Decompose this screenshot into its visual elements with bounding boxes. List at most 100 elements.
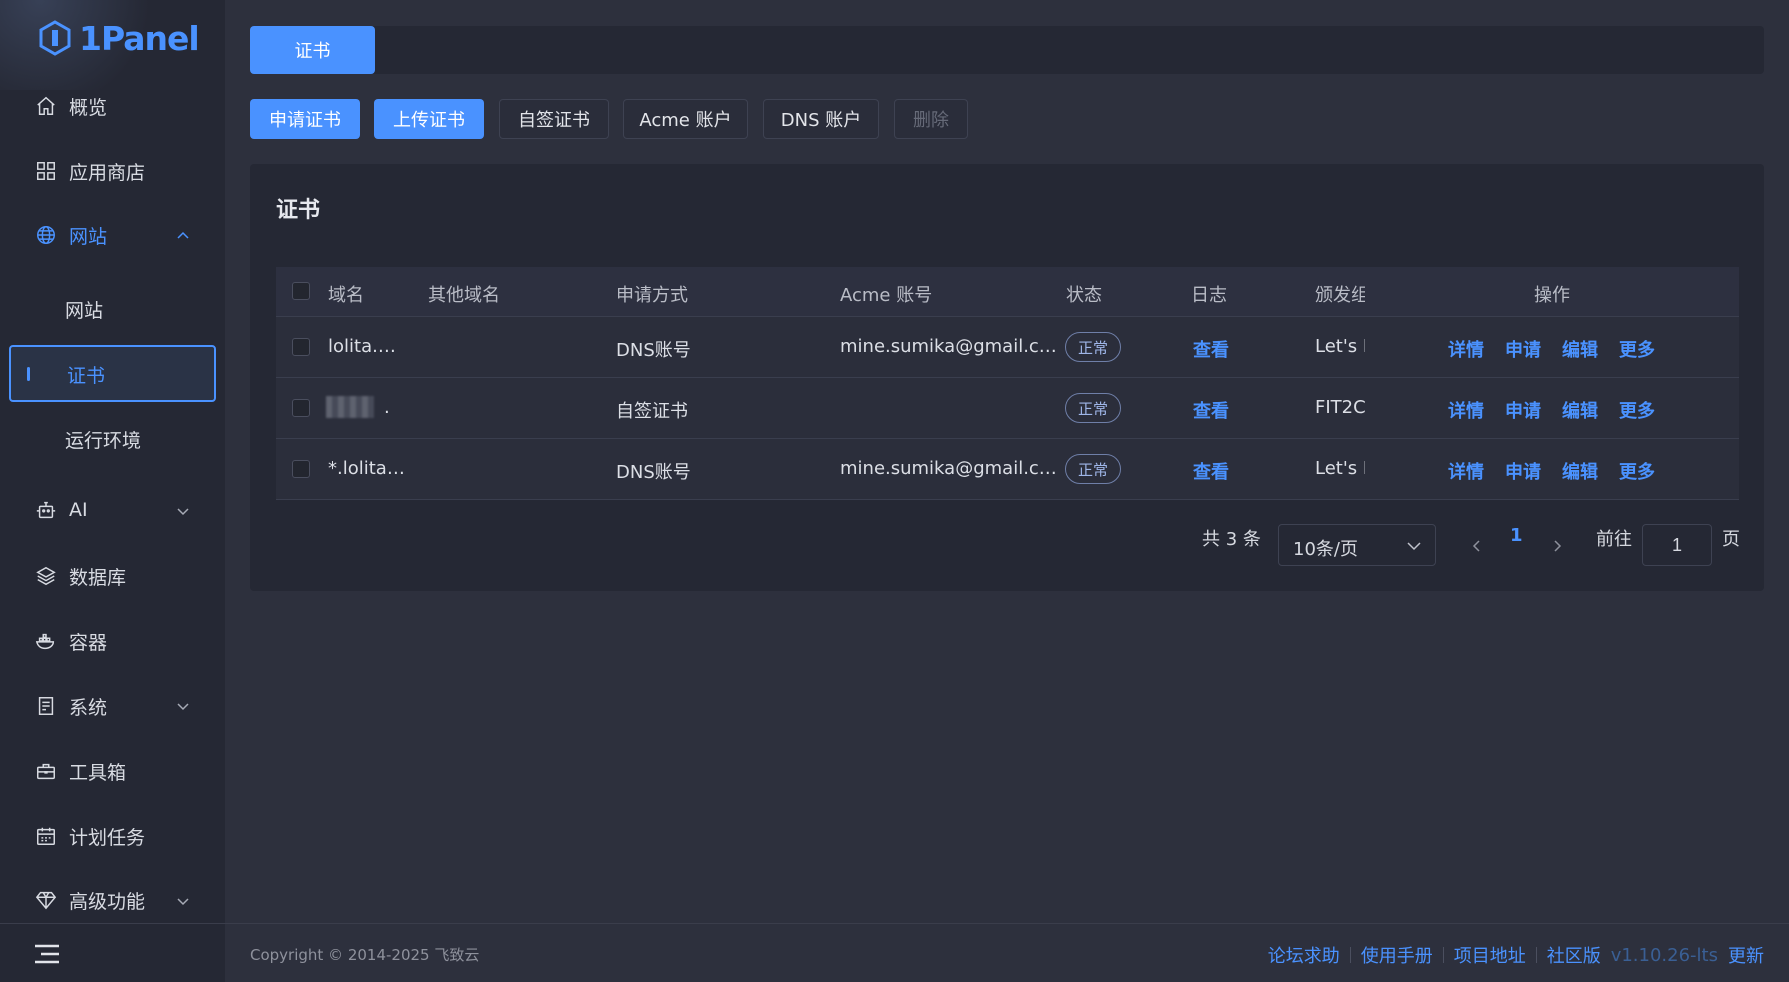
robot-icon <box>36 501 56 519</box>
more-link[interactable]: 更多 <box>1619 458 1655 484</box>
container-icon <box>35 633 55 650</box>
project-link[interactable]: 项目地址 <box>1454 942 1526 968</box>
detail-link[interactable]: 详情 <box>1448 458 1484 484</box>
next-page-icon[interactable] <box>1551 539 1563 553</box>
cell-issuer: Let's E <box>1315 336 1365 357</box>
row-checkbox[interactable] <box>292 338 310 356</box>
delete-button[interactable]: 删除 <box>894 99 968 139</box>
cell-issuer: Let's E <box>1315 458 1365 479</box>
edit-link[interactable]: 编辑 <box>1562 336 1598 362</box>
apply-link[interactable]: 申请 <box>1505 336 1541 362</box>
sidebar-item-container[interactable]: 容器 <box>35 621 107 661</box>
sidebar-item-advanced[interactable]: 高级功能 <box>35 880 145 920</box>
toolbox-icon <box>37 763 55 780</box>
upload-certificate-button[interactable]: 上传证书 <box>374 99 484 139</box>
diamond-icon <box>35 891 57 910</box>
certificate-card: 证书 域名 其他域名 申请方式 Acme 账号 状态 日志 颁发组 操作 lol… <box>250 164 1764 591</box>
sidebar-item-label: 系统 <box>69 696 108 719</box>
sidebar-item-cron[interactable]: 计划任务 <box>35 816 145 856</box>
cell-method: 自签证书 <box>616 401 688 422</box>
home-icon <box>37 96 55 115</box>
sidebar-item-label: 计划任务 <box>69 826 146 849</box>
apply-link[interactable]: 申请 <box>1505 458 1541 484</box>
sidebar-subitem-website[interactable]: 网站 <box>65 289 103 329</box>
server-icon <box>38 697 54 715</box>
sidebar-subitem-label: 运行环境 <box>65 429 142 452</box>
apply-link[interactable]: 申请 <box>1505 397 1541 423</box>
sidebar-item-system[interactable]: 系统 <box>35 686 107 726</box>
sidebar-item-website[interactable]: 网站 <box>35 215 107 255</box>
divider <box>1349 947 1351 963</box>
chevron-down-icon[interactable] <box>175 893 191 909</box>
acme-account-button[interactable]: Acme 账户 <box>623 99 748 139</box>
detail-link[interactable]: 详情 <box>1448 336 1484 362</box>
forum-link[interactable]: 论坛求助 <box>1268 942 1340 968</box>
layers-icon <box>36 566 56 586</box>
header-other-domains: 其他域名 <box>428 285 500 306</box>
edit-link[interactable]: 编辑 <box>1562 397 1598 423</box>
calendar-icon <box>37 827 55 845</box>
header-domain: 域名 <box>328 285 364 306</box>
sidebar-footer <box>0 923 225 982</box>
status-badge: 正常 <box>1065 393 1121 423</box>
sidebar-item-ai[interactable]: AI <box>35 490 88 530</box>
chevron-down-icon[interactable] <box>175 503 191 519</box>
view-log-link[interactable]: 查看 <box>1193 336 1229 362</box>
chevron-down-icon <box>1407 542 1421 551</box>
cell-method: DNS账号 <box>616 462 691 483</box>
table-row: *.lolita… DNS账号 mine.sumika@gmail.c… 正常 … <box>276 439 1739 500</box>
page-size-select[interactable]: 10条/页 <box>1278 524 1436 566</box>
self-signed-certificate-button[interactable]: 自签证书 <box>499 99 609 139</box>
header-actions: 操作 <box>1534 285 1570 306</box>
cell-acme-account: mine.sumika@gmail.c… <box>840 458 1057 479</box>
update-link[interactable]: 更新 <box>1728 942 1764 968</box>
sidebar-item-label: 概览 <box>69 96 108 119</box>
detail-link[interactable]: 详情 <box>1448 397 1484 423</box>
footer: Copyright © 2014-2025 飞致云 论坛求助 使用手册 项目地址… <box>225 923 1789 982</box>
cell-domain: lolita.… <box>328 336 396 357</box>
sidebar-item-overview[interactable]: 概览 <box>35 86 107 126</box>
chevron-down-icon[interactable] <box>175 698 191 714</box>
dns-account-button[interactable]: DNS 账户 <box>763 99 879 139</box>
header-log: 日志 <box>1191 285 1227 306</box>
goto-label: 前往 <box>1596 529 1632 550</box>
tab-bar: 证书 <box>250 26 1764 74</box>
view-log-link[interactable]: 查看 <box>1193 397 1229 423</box>
select-all-checkbox[interactable] <box>292 282 310 300</box>
sidebar-item-database[interactable]: 数据库 <box>35 556 126 596</box>
apply-certificate-button[interactable]: 申请证书 <box>250 99 360 139</box>
sidebar-item-label: 容器 <box>69 631 108 654</box>
cell-issuer: FIT2C <box>1315 397 1365 418</box>
page-size-value: 10条/页 <box>1293 539 1358 560</box>
edit-link[interactable]: 编辑 <box>1562 458 1598 484</box>
current-page[interactable]: 1 <box>1510 525 1523 546</box>
more-link[interactable]: 更多 <box>1619 336 1655 362</box>
sidebar-item-appstore[interactable]: 应用商店 <box>35 151 145 191</box>
view-log-link[interactable]: 查看 <box>1193 458 1229 484</box>
menu-collapse-icon[interactable] <box>34 944 60 964</box>
sidebar-item-label: 高级功能 <box>69 890 146 913</box>
sidebar-item-label: 数据库 <box>69 566 127 589</box>
goto-page-input[interactable] <box>1642 524 1712 566</box>
sidebar-subitem-label: 证书 <box>67 365 106 387</box>
header-acme-account: Acme 账号 <box>840 285 933 306</box>
version-label: v1.10.26-lts <box>1610 944 1718 966</box>
sidebar-subitem-runtime[interactable]: 运行环境 <box>65 419 141 459</box>
more-link[interactable]: 更多 <box>1619 397 1655 423</box>
cell-acme-account: mine.sumika@gmail.c… <box>840 336 1057 357</box>
sidebar-item-label: 网站 <box>69 225 108 248</box>
chevron-up-icon[interactable] <box>175 228 191 244</box>
edition-link[interactable]: 社区版 <box>1547 942 1601 968</box>
table-row: lolita.… DNS账号 mine.sumika@gmail.c… 正常 查… <box>276 317 1739 378</box>
manual-link[interactable]: 使用手册 <box>1361 942 1433 968</box>
table-row: . 自签证书 正常 查看 FIT2C 详情 申请 编辑 更多 <box>276 378 1739 439</box>
row-checkbox[interactable] <box>292 460 310 478</box>
divider <box>1442 947 1444 963</box>
tab-certificate[interactable]: 证书 <box>250 26 375 74</box>
app-logo[interactable]: 1Panel <box>37 14 200 62</box>
prev-page-icon[interactable] <box>1471 539 1483 553</box>
page-suffix: 页 <box>1722 529 1740 550</box>
row-checkbox[interactable] <box>292 399 310 417</box>
sidebar-subitem-certificate[interactable]: 证书 <box>9 345 216 402</box>
sidebar-item-toolbox[interactable]: 工具箱 <box>35 751 126 791</box>
